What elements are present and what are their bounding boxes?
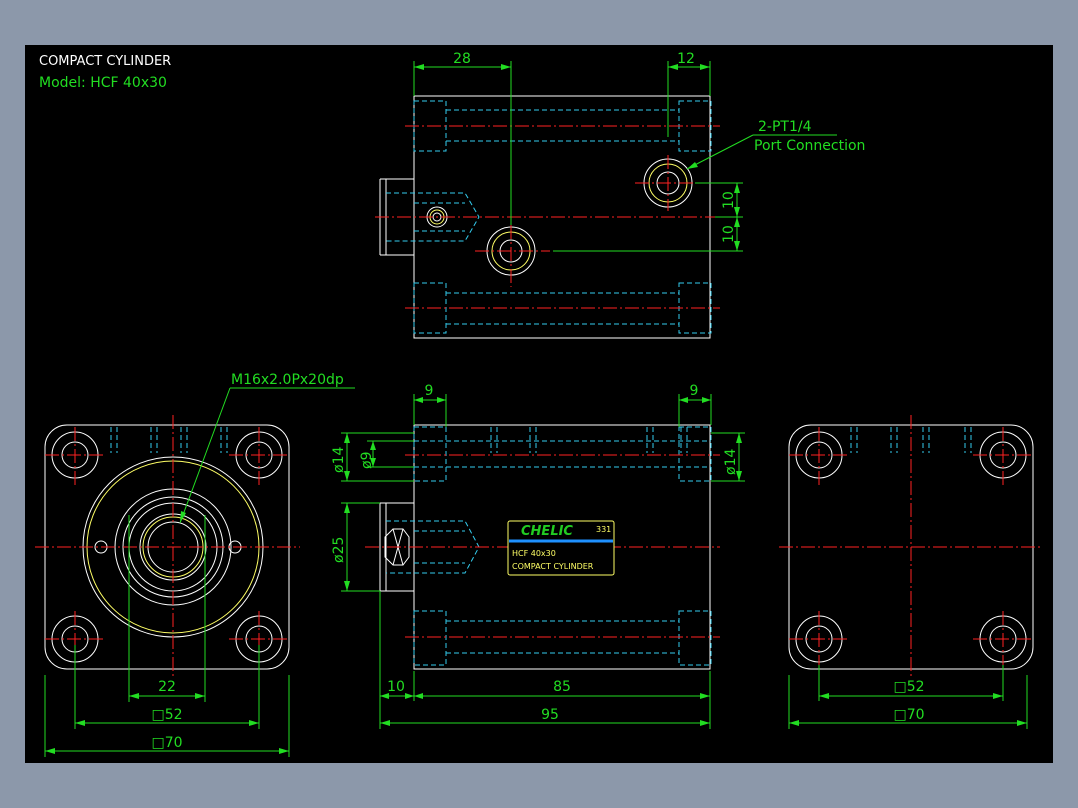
side-view: CHELIC 331 HCF 40x30 COMPACT CYLINDER 9 … bbox=[331, 383, 745, 729]
thread-label: M16x2.0Px20dp bbox=[231, 372, 344, 388]
dim-70-rear: □70 bbox=[893, 707, 924, 723]
front-view: M16x2.0Px20dp 22 □52 □70 bbox=[35, 372, 355, 757]
dia-25: ø25 bbox=[331, 537, 347, 563]
dim-9-left: 9 bbox=[425, 383, 434, 399]
nameplate-model: HCF 40x30 bbox=[512, 549, 556, 558]
drawing-title: COMPACT CYLINDER bbox=[39, 54, 171, 69]
top-view: 28 12 2-PT1/4 Port Connection 10 10 bbox=[375, 51, 865, 339]
port-label: 2-PT1/4 bbox=[758, 119, 812, 135]
dim-52-front: □52 bbox=[151, 707, 182, 723]
dim-9-right: 9 bbox=[690, 383, 699, 399]
dim-10: 10 bbox=[387, 679, 405, 695]
dim-10-upper: 10 bbox=[721, 191, 737, 209]
nameplate-code: 331 bbox=[596, 525, 611, 534]
dim-52-rear: □52 bbox=[893, 679, 924, 695]
dia-14-left: ø14 bbox=[331, 447, 347, 473]
drawing-model: Model: HCF 40x30 bbox=[39, 75, 167, 91]
nameplate-brand: CHELIC bbox=[521, 524, 573, 539]
port-sublabel: Port Connection bbox=[754, 138, 865, 154]
dim-12: 12 bbox=[677, 51, 695, 67]
dim-70-front: □70 bbox=[151, 735, 182, 751]
dia-14-right: ø14 bbox=[723, 449, 739, 475]
drawing-canvas[interactable]: COMPACT CYLINDER Model: HCF 40x30 28 12 … bbox=[25, 45, 1053, 763]
dia-9: ø9 bbox=[359, 452, 375, 469]
dim-95: 95 bbox=[541, 707, 559, 723]
nameplate-name: COMPACT CYLINDER bbox=[512, 562, 594, 571]
dim-10-lower: 10 bbox=[721, 225, 737, 243]
drawing-svg: COMPACT CYLINDER Model: HCF 40x30 28 12 … bbox=[35, 51, 1043, 757]
cad-window: COMPACT CYLINDER Model: HCF 40x30 28 12 … bbox=[0, 0, 1078, 808]
rear-view: □52 □70 bbox=[779, 415, 1043, 729]
dim-85: 85 bbox=[553, 679, 571, 695]
dim-22: 22 bbox=[158, 679, 176, 695]
nameplate: CHELIC 331 HCF 40x30 COMPACT CYLINDER bbox=[507, 520, 615, 576]
dim-28: 28 bbox=[453, 51, 471, 67]
